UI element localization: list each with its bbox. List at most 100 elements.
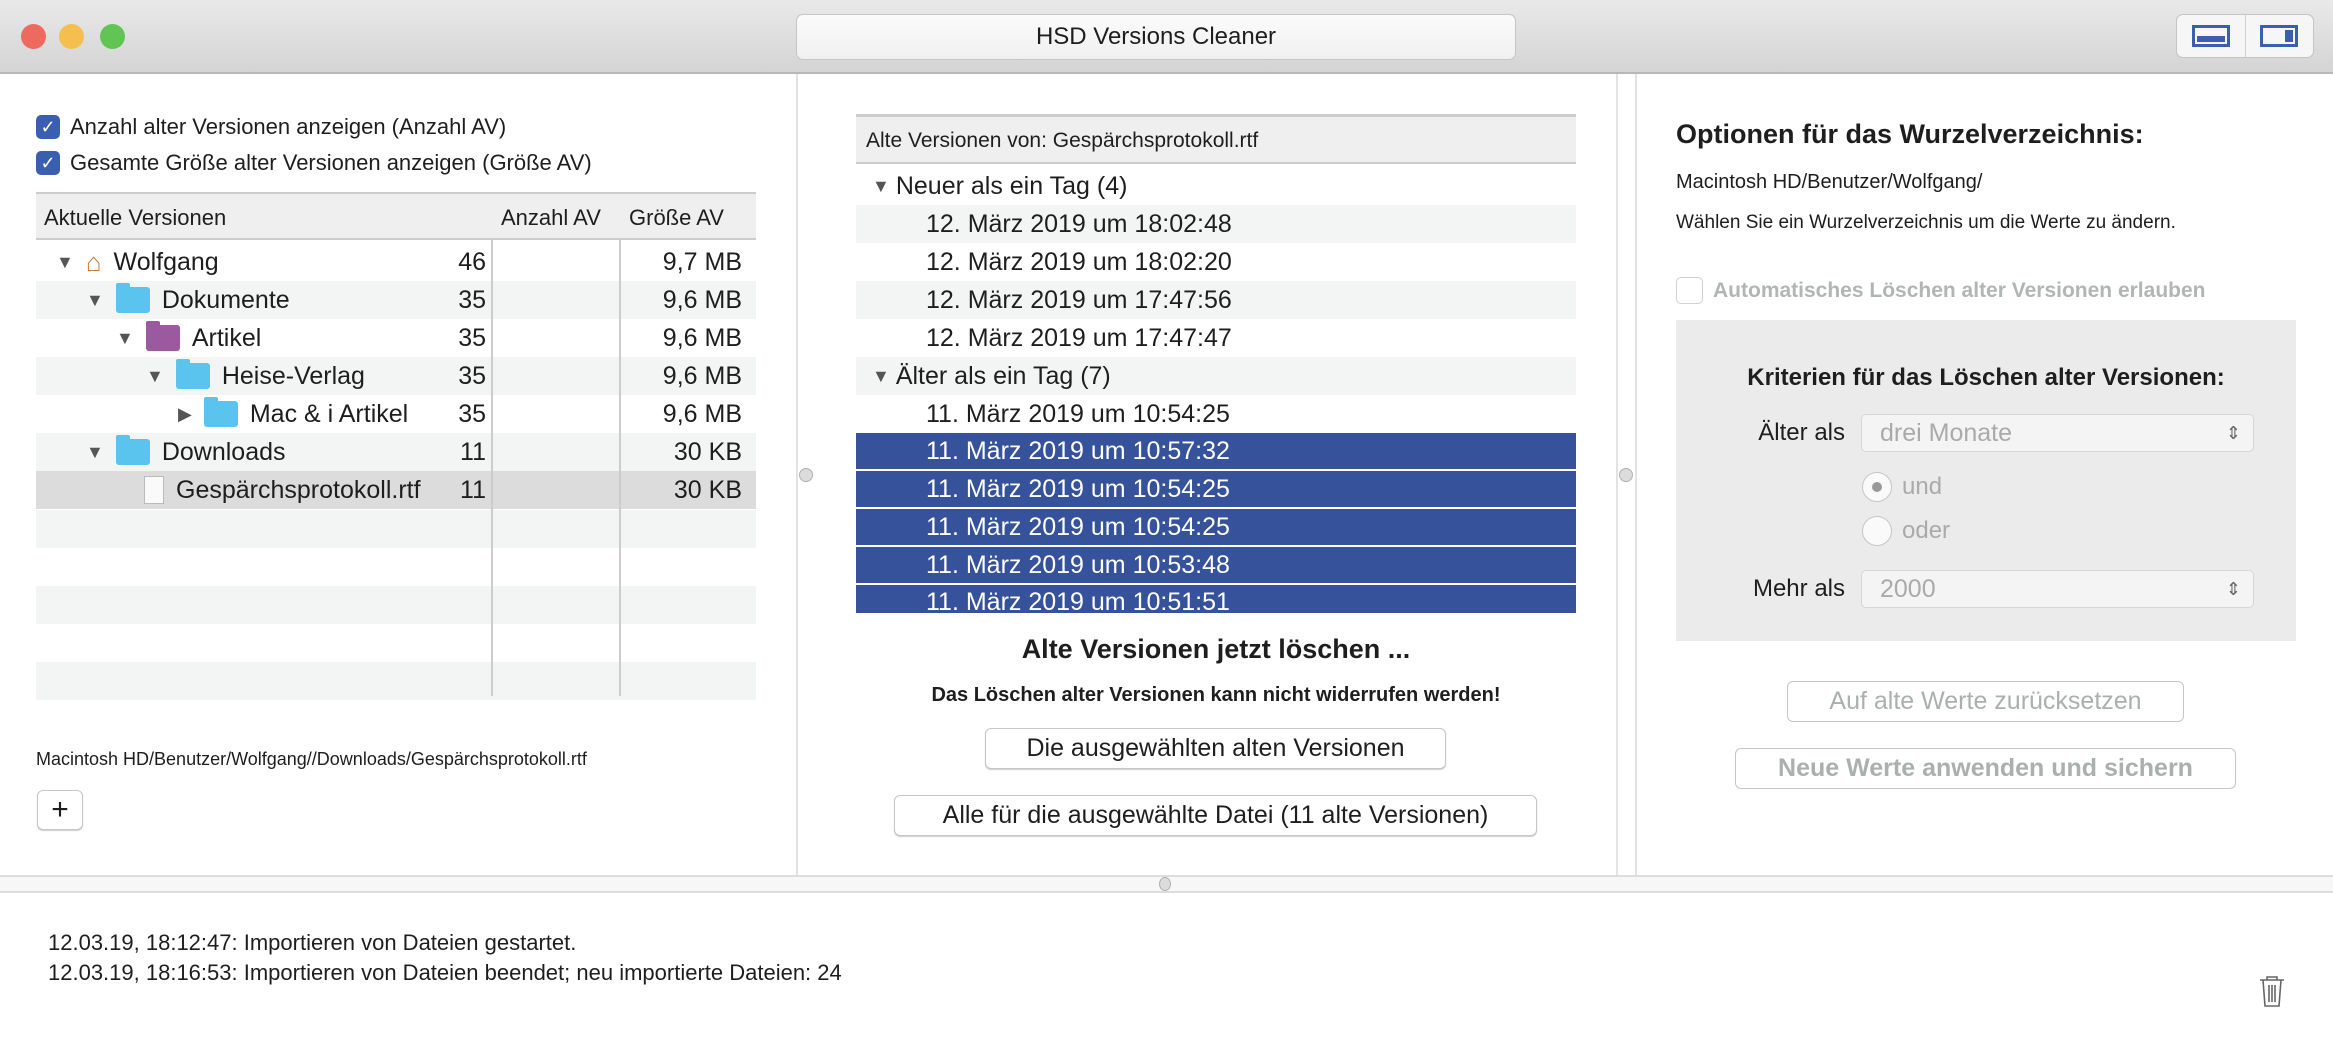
add-button[interactable]: + (37, 790, 83, 830)
folder-icon (175, 359, 210, 389)
trash-icon[interactable] (2257, 974, 2287, 1008)
older-than-select[interactable]: drei Monate ⇕ (1861, 414, 2254, 452)
checkmark-icon: ✓ (36, 115, 60, 139)
radio-or[interactable]: oder (1862, 516, 1950, 546)
radio-and[interactable]: und (1862, 472, 1942, 502)
log-line: 12.03.19, 18:12:47: Importieren von Date… (48, 930, 577, 955)
table-header: Aktuelle Versionen Anzahl AV Größe AV (36, 192, 756, 240)
show-size-checkbox[interactable]: ✓ Gesamte Größe alter Versionen anzeigen … (36, 150, 592, 176)
reset-values-button[interactable]: Auf alte Werte zurücksetzen (1787, 681, 2184, 722)
close-button[interactable] (21, 24, 46, 49)
disclosure-triangle-icon[interactable]: ▼ (872, 176, 890, 197)
version-row-selected[interactable]: 11. März 2019 um 10:53:48 (856, 547, 1576, 585)
root-hint: Wählen Sie ein Wurzelverzeichnis um die … (1676, 212, 2176, 233)
group-label: Älter als ein Tag (7) (895, 361, 1111, 390)
more-than-select[interactable]: 2000 ⇕ (1861, 570, 2254, 608)
row-count: 11 (460, 475, 486, 504)
document-icon (144, 476, 164, 504)
layout-toggle[interactable] (2176, 14, 2314, 58)
layout-bottom-icon (2191, 25, 2230, 47)
disclosure-triangle-icon[interactable]: ▼ (146, 366, 164, 387)
disclosure-triangle-icon[interactable]: ▼ (86, 442, 104, 463)
split-divider-right[interactable] (1635, 74, 1637, 875)
home-icon: ⌂ (85, 246, 102, 277)
group-label: Neuer als ein Tag (4) (895, 171, 1128, 200)
radio-selected-icon (1862, 472, 1892, 502)
window-title: HSD Versions Cleaner (796, 14, 1516, 60)
row-name: Dokumente (161, 285, 290, 314)
disclosure-triangle-icon[interactable]: ▼ (56, 252, 74, 273)
show-count-checkbox[interactable]: ✓ Anzahl alter Versionen anzeigen (Anzahl… (36, 114, 506, 140)
log-line: 12.03.19, 18:16:53: Importieren von Date… (48, 960, 842, 985)
disclosure-triangle-icon[interactable]: ▼ (86, 290, 104, 311)
delete-all-button[interactable]: Alle für die ausgewählte Datei (11 alte … (894, 795, 1537, 836)
more-label: Mehr als (1752, 575, 1845, 602)
version-row[interactable]: 12. März 2019 um 17:47:56 (856, 281, 1576, 319)
delete-selected-button[interactable]: Die ausgewählten alten Versionen (985, 728, 1446, 769)
row-count: 35 (458, 361, 486, 390)
zoom-button[interactable] (100, 24, 125, 49)
version-row[interactable]: 11. März 2019 um 10:54:25 (856, 395, 1576, 433)
checkbox-label: Anzahl alter Versionen anzeigen (Anzahl … (70, 114, 507, 139)
tree-row-downloads[interactable]: ▼ Downloads 11 30 KB (36, 433, 756, 471)
folder-icon (115, 435, 150, 465)
right-panel-toggle[interactable] (2244, 15, 2314, 57)
apply-values-button[interactable]: Neue Werte anwenden und sichern (1735, 748, 2236, 789)
radio-empty-icon (1862, 516, 1892, 546)
version-row-selected[interactable]: 11. März 2019 um 10:54:25 (856, 509, 1576, 547)
folder-icon (203, 397, 238, 427)
select-value: drei Monate (1880, 418, 2013, 447)
split-handle-bottom[interactable] (1159, 877, 1171, 891)
row-count: 35 (458, 323, 486, 352)
checkbox-label: Automatisches Löschen alter Versionen er… (1713, 278, 2206, 302)
version-row[interactable]: 12. März 2019 um 18:02:48 (856, 205, 1576, 243)
column-header-name[interactable]: Aktuelle Versionen (44, 205, 226, 231)
tree-row-artikel[interactable]: ▼ Artikel 35 9,6 MB (36, 319, 756, 357)
version-row[interactable]: 12. März 2019 um 18:02:20 (856, 243, 1576, 281)
row-count: 46 (458, 247, 486, 276)
older-label: Älter als (1758, 419, 1845, 446)
row-size: 30 KB (673, 475, 742, 504)
checkmark-icon: ✓ (36, 151, 60, 175)
delete-title: Alte Versionen jetzt löschen ... (1021, 634, 1411, 664)
root-path: Macintosh HD/Benutzer/Wolfgang/ (1676, 171, 1983, 193)
row-count: 35 (458, 285, 486, 314)
tree-row-heise-verlag[interactable]: ▼ Heise-Verlag 35 9,6 MB (36, 357, 756, 395)
root-options-heading: Optionen für das Wurzelverzeichnis: (1676, 119, 2144, 149)
column-header-size[interactable]: Größe AV (629, 205, 724, 231)
folder-icon (145, 321, 180, 351)
auto-delete-checkbox[interactable]: Automatisches Löschen alter Versionen er… (1676, 277, 2206, 304)
split-handle-right[interactable] (1619, 468, 1633, 482)
disclosure-triangle-icon[interactable]: ▼ (872, 366, 890, 387)
tree-row-dokumente[interactable]: ▼ Dokumente 35 9,6 MB (36, 281, 756, 319)
disclosure-triangle-right-icon[interactable]: ▶ (178, 404, 192, 425)
group-older[interactable]: ▼ Älter als ein Tag (7) (856, 357, 1576, 395)
updown-chevron-icon: ⇕ (2225, 422, 2241, 443)
row-size: 9,6 MB (662, 285, 742, 314)
tree-row-mac-i-artikel[interactable]: ▶ Mac & i Artikel 35 9,6 MB (36, 395, 756, 433)
split-divider-left[interactable] (796, 74, 798, 875)
split-divider-center[interactable] (1616, 74, 1618, 875)
minimize-button[interactable] (59, 24, 84, 49)
select-value: 2000 (1880, 574, 1936, 603)
column-header-count[interactable]: Anzahl AV (501, 205, 601, 231)
version-row-selected[interactable]: 11. März 2019 um 10:54:25 (856, 471, 1576, 509)
disclosure-triangle-icon[interactable]: ▼ (116, 328, 134, 349)
row-name: Mac & i Artikel (249, 399, 409, 428)
versions-header: Alte Versionen von: Gespärchsprotokoll.r… (856, 114, 1576, 164)
version-row[interactable]: 12. März 2019 um 17:47:47 (856, 319, 1576, 357)
group-newer[interactable]: ▼ Neuer als ein Tag (4) (856, 167, 1576, 205)
row-name: Artikel (191, 323, 262, 352)
version-row-selected[interactable]: 11. März 2019 um 10:51:51 (856, 585, 1576, 615)
row-name: Heise-Verlag (221, 361, 365, 390)
tree-row-gesparchsprotokoll[interactable]: Gespärchsprotokoll.rtf 11 30 KB (36, 471, 756, 509)
radio-label: oder (1902, 517, 1951, 544)
layout-right-icon (2260, 25, 2299, 47)
row-name: Downloads (161, 437, 286, 466)
checkbox-box (1676, 277, 1703, 304)
version-row-selected[interactable]: 11. März 2019 um 10:57:32 (856, 433, 1576, 471)
bottom-panel-toggle[interactable] (2177, 15, 2245, 57)
split-handle-left[interactable] (799, 468, 813, 482)
tree-row-wolfgang[interactable]: ▼ ⌂ Wolfgang 46 9,7 MB (36, 243, 756, 281)
row-size: 30 KB (673, 437, 742, 466)
